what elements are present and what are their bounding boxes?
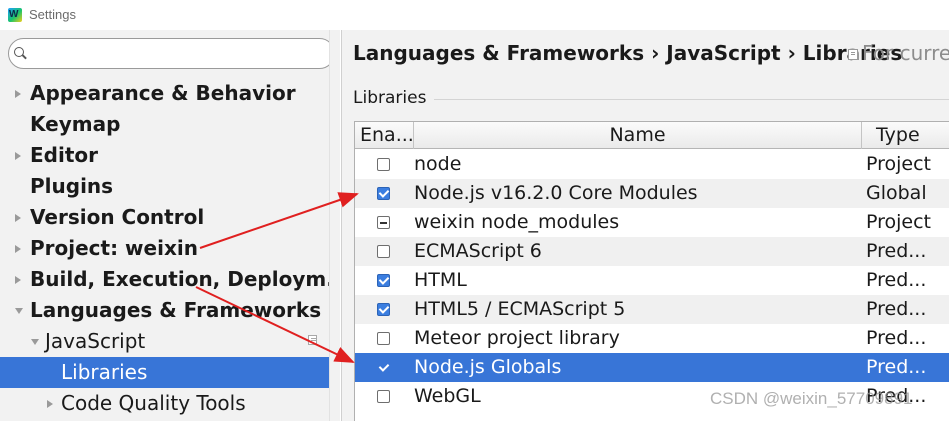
scope-text: For curre [862,41,949,65]
title-bar: W Settings [0,0,949,30]
sidebar-item-label: Libraries [61,360,148,384]
table-row[interactable]: ECMAScript 6 Pred... [355,237,949,266]
library-type: Project [866,211,932,233]
table-row[interactable]: Meteor project library Pred... [355,324,949,353]
library-type: Pred... [866,269,927,291]
enable-checkbox[interactable] [377,361,390,374]
sidebar-item-code-quality-tools[interactable]: Code Quality Tools [0,388,329,419]
expanded-arrow-icon[interactable] [15,308,23,314]
sidebar-item-label: Version Control [30,205,205,229]
sidebar-item-plugins[interactable]: Plugins [0,171,329,202]
table-row[interactable]: Node.js Globals Pred... [355,353,949,382]
table-row[interactable]: weixin node_modules Project [355,208,949,237]
enable-checkbox[interactable] [377,390,390,403]
sidebar-item-libraries[interactable]: Libraries [0,357,329,388]
library-type: Pred... [866,240,927,262]
search-box[interactable] [8,38,335,69]
sidebar-item-label: Editor [30,143,98,167]
sidebar-item-appearance-behavior[interactable]: Appearance & Behavior [0,78,329,109]
collapsed-arrow-icon[interactable] [47,400,53,408]
enable-checkbox[interactable] [377,158,390,171]
collapsed-arrow-icon[interactable] [15,214,21,222]
column-header-type[interactable]: Type [862,122,949,149]
project-scope-icon [848,49,858,60]
table-row[interactable]: node Project [355,150,949,179]
library-name: HTML5 / ECMAScript 5 [414,298,626,320]
main-panel: Languages & Frameworks › JavaScript › Li… [341,30,949,421]
search-icon [14,47,24,57]
library-name: weixin node_modules [414,211,620,233]
enable-checkbox[interactable] [377,187,390,200]
sidebar-item-version-control[interactable]: Version Control [0,202,329,233]
libraries-table: Ena... Name Type node Project Node.js v16.… [354,121,949,421]
breadcrumb: Languages & Frameworks › JavaScript › Li… [353,41,903,65]
enable-checkbox[interactable] [377,245,390,258]
library-name: Meteor project library [414,327,620,349]
table-row[interactable]: HTML Pred... [355,266,949,295]
watermark: CSDN @weixin_57709891 [710,389,913,408]
column-header-enabled[interactable]: Ena... [355,122,414,149]
sidebar-item-label: Project: weixin [30,236,198,260]
collapsed-arrow-icon[interactable] [15,245,21,253]
project-settings-icon [308,335,317,345]
search-input[interactable] [31,43,321,65]
enable-checkbox[interactable] [377,216,390,229]
library-type: Pred... [866,327,927,349]
table-row[interactable]: Node.js v16.2.0 Core Modules Global [355,179,949,208]
enable-checkbox[interactable] [377,303,390,316]
sidebar-item-label: Languages & Frameworks [30,298,322,322]
sidebar-item-project-weixin[interactable]: Project: weixin [0,233,329,264]
column-header-name[interactable]: Name [414,122,862,149]
library-name: WebGL [414,385,481,407]
libraries-group-title: Libraries [353,88,427,108]
webstorm-icon: W [8,8,22,22]
library-name: HTML [414,269,467,291]
collapsed-arrow-icon[interactable] [15,276,21,284]
expanded-arrow-icon[interactable] [31,339,39,345]
sidebar-item-javascript[interactable]: JavaScript [0,326,329,357]
sidebar-scrollbar[interactable] [329,30,340,421]
sidebar-item-label: Code Quality Tools [61,391,246,415]
library-type: Global [866,182,927,204]
table-header: Ena... Name Type [355,122,949,149]
sidebar-item-label: Appearance & Behavior [30,81,296,105]
library-name: node [414,153,462,175]
collapsed-arrow-icon[interactable] [15,152,21,160]
group-divider [434,99,949,100]
settings-sidebar: Appearance & Behavior Keymap Editor Plugins… [0,30,349,421]
library-type: Pred... [866,356,927,378]
enable-checkbox[interactable] [377,274,390,287]
sidebar-item-languages-frameworks[interactable]: Languages & Frameworks [0,295,329,326]
library-type: Pred... [866,298,927,320]
library-name: ECMAScript 6 [414,240,542,262]
library-name: Node.js v16.2.0 Core Modules [414,182,698,204]
sidebar-item-label: Build, Execution, Deploym... [30,267,349,291]
table-row[interactable]: HTML5 / ECMAScript 5 Pred... [355,295,949,324]
sidebar-item-editor[interactable]: Editor [0,140,329,171]
enable-checkbox[interactable] [377,332,390,345]
library-name: Node.js Globals [414,356,562,378]
sidebar-item-build-execution-deploym[interactable]: Build, Execution, Deploym... [0,264,349,295]
window-title: Settings [29,7,76,22]
sidebar-item-keymap[interactable]: Keymap [0,109,329,140]
sidebar-item-label: Keymap [30,112,121,136]
library-type: Project [866,153,932,175]
sidebar-item-label: Plugins [30,174,114,198]
sidebar-item-label: JavaScript [45,329,146,353]
collapsed-arrow-icon[interactable] [15,90,21,98]
